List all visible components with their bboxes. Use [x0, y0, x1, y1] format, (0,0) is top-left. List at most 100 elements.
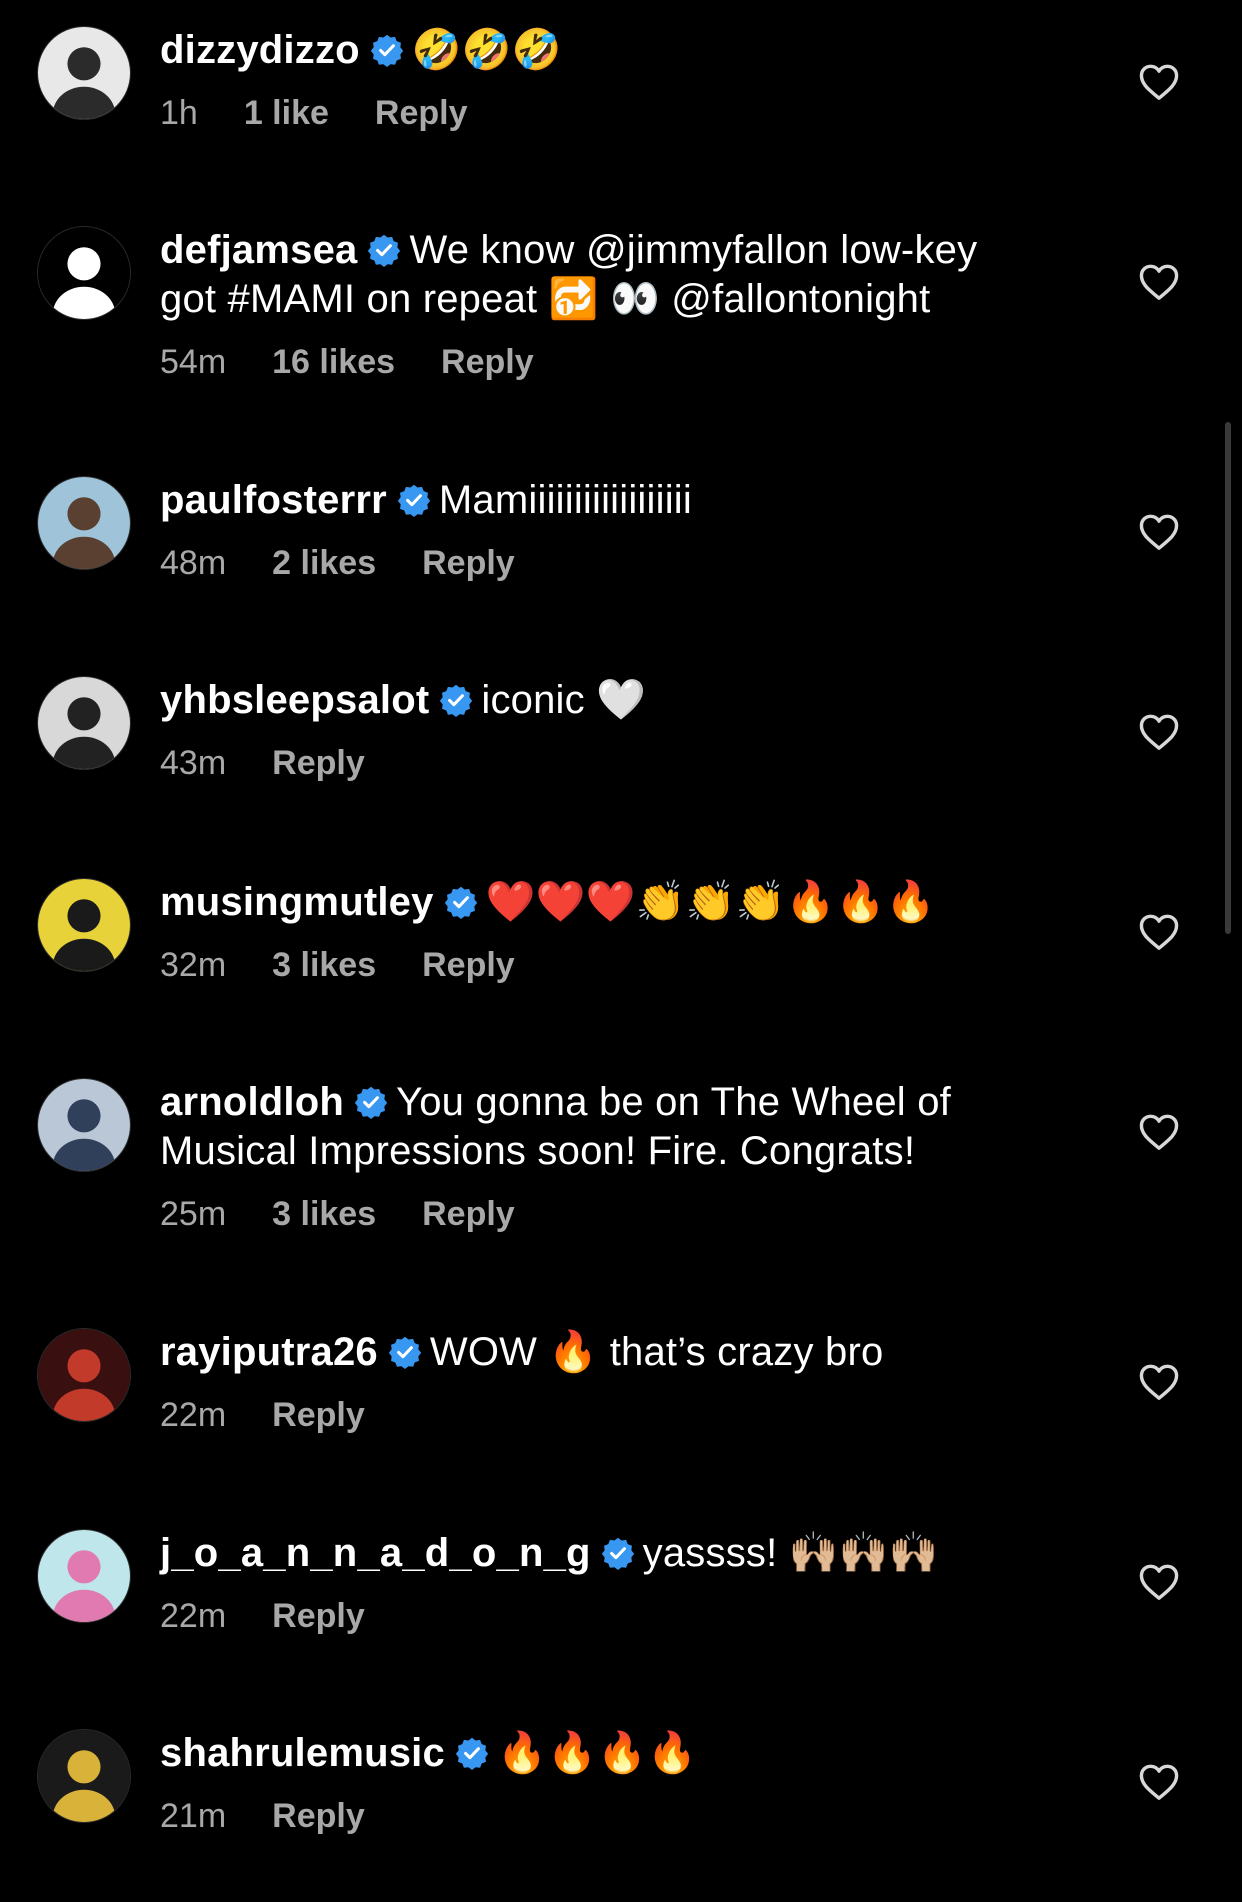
avatar[interactable] — [37, 26, 131, 120]
comment-row: musingmutley ❤️❤️❤️👏👏👏🔥🔥🔥 32m 3 likes Reply — [0, 852, 1242, 1042]
comment-message: yassss! 🙌🏼🙌🏼🙌🏼 — [642, 1531, 939, 1575]
likes-count-link[interactable]: 16 likes — [272, 343, 395, 381]
comment-text: rayiputra26 WOW 🔥 that’s crazy bro — [160, 1328, 1040, 1377]
comment-meta: 32m 3 likes Reply — [160, 945, 1040, 985]
comment-body: defjamsea We know @jimmyfallon low-key go… — [160, 226, 1040, 382]
comment-meta: 48m 2 likes Reply — [160, 543, 1040, 583]
comment-body: shahrulemusic 🔥🔥🔥🔥 21m Reply — [160, 1729, 1040, 1836]
comment-message: Mamiiiiiiiiiiiiiiiiii — [438, 478, 692, 522]
comment-row: rayiputra26 WOW 🔥 that’s crazy bro 22m Repl… — [0, 1302, 1242, 1492]
reply-button[interactable]: Reply — [272, 1396, 365, 1434]
comment-message: iconic 🤍 — [481, 678, 647, 722]
comment-timestamp: 43m — [160, 744, 227, 782]
username-link[interactable]: rayiputra26 — [160, 1330, 378, 1374]
verified-badge-icon — [601, 1536, 635, 1570]
reply-button[interactable]: Reply — [422, 544, 515, 582]
avatar[interactable] — [37, 676, 131, 770]
comment-message: 🔥🔥🔥🔥 — [496, 1731, 697, 1775]
verified-badge-icon — [397, 483, 431, 517]
username-link[interactable]: yhbsleepsalot — [160, 678, 429, 722]
comment-meta: 54m 16 likes Reply — [160, 342, 1040, 382]
comment-text: j_o_a_n_n_a_d_o_n_g yassss! 🙌🏼🙌🏼🙌🏼 — [160, 1529, 1040, 1578]
like-heart-icon[interactable] — [1138, 263, 1180, 301]
reply-button[interactable]: Reply — [422, 1195, 515, 1233]
comment-row: yhbsleepsalot iconic 🤍 43m Reply — [0, 650, 1242, 840]
comment-meta: 22m Reply — [160, 1596, 1040, 1636]
reply-button[interactable]: Reply — [422, 946, 515, 984]
comment-body: arnoldloh You gonna be on The Wheel of Mu… — [160, 1078, 1040, 1234]
comment-text: paulfosterrr Mamiiiiiiiiiiiiiiiiii — [160, 476, 1040, 525]
comment-meta: 43m Reply — [160, 743, 1040, 783]
reply-button[interactable]: Reply — [375, 94, 468, 132]
comment-timestamp: 22m — [160, 1396, 227, 1434]
like-heart-icon[interactable] — [1138, 63, 1180, 101]
like-heart-icon[interactable] — [1138, 1113, 1180, 1151]
username-link[interactable]: dizzydizzo — [160, 28, 360, 72]
comment-row: dizzydizzo 🤣🤣🤣 1h 1 like Reply — [0, 0, 1242, 190]
comment-message: 🤣🤣🤣 — [411, 28, 562, 72]
comment-body: rayiputra26 WOW 🔥 that’s crazy bro 22m Repl… — [160, 1328, 1040, 1435]
like-heart-icon[interactable] — [1138, 713, 1180, 751]
username-link[interactable]: arnoldloh — [160, 1080, 344, 1124]
comment-meta: 25m 3 likes Reply — [160, 1194, 1040, 1234]
comment-body: dizzydizzo 🤣🤣🤣 1h 1 like Reply — [160, 26, 1040, 133]
comment-meta: 21m Reply — [160, 1796, 1040, 1836]
comment-row: arnoldloh You gonna be on The Wheel of Mu… — [0, 1052, 1242, 1242]
scrollbar[interactable] — [1225, 422, 1231, 934]
comment-meta: 1h 1 like Reply — [160, 93, 1040, 133]
comment-timestamp: 32m — [160, 946, 227, 984]
likes-count-link[interactable]: 2 likes — [272, 544, 376, 582]
comment-text: defjamsea We know @jimmyfallon low-key go… — [160, 226, 1040, 324]
comment-text: arnoldloh You gonna be on The Wheel of Mu… — [160, 1078, 1040, 1176]
comment-timestamp: 1h — [160, 94, 198, 132]
comment-timestamp: 21m — [160, 1797, 227, 1835]
comment-timestamp: 22m — [160, 1597, 227, 1635]
likes-count-link[interactable]: 3 likes — [272, 946, 376, 984]
avatar[interactable] — [37, 878, 131, 972]
username-link[interactable]: paulfosterrr — [160, 478, 387, 522]
verified-badge-icon — [388, 1335, 422, 1369]
comment-body: j_o_a_n_n_a_d_o_n_g yassss! 🙌🏼🙌🏼🙌🏼 22m Repl… — [160, 1529, 1040, 1636]
comment-meta: 22m Reply — [160, 1395, 1040, 1435]
comment-message: WOW 🔥 that’s crazy bro — [429, 1330, 884, 1374]
verified-badge-icon — [444, 885, 478, 919]
verified-badge-icon — [367, 233, 401, 267]
reply-button[interactable]: Reply — [272, 1597, 365, 1635]
username-link[interactable]: shahrulemusic — [160, 1731, 445, 1775]
comment-text: dizzydizzo 🤣🤣🤣 — [160, 26, 1040, 75]
avatar[interactable] — [37, 226, 131, 320]
comment-body: paulfosterrr Mamiiiiiiiiiiiiiiiiii 48m 2 li… — [160, 476, 1040, 583]
avatar[interactable] — [37, 1729, 131, 1823]
likes-count-link[interactable]: 3 likes — [272, 1195, 376, 1233]
comment-timestamp: 25m — [160, 1195, 227, 1233]
username-link[interactable]: j_o_a_n_n_a_d_o_n_g — [160, 1531, 591, 1575]
avatar[interactable] — [37, 1529, 131, 1623]
comment-text: musingmutley ❤️❤️❤️👏👏👏🔥🔥🔥 — [160, 878, 1040, 927]
reply-button[interactable]: Reply — [441, 343, 534, 381]
like-heart-icon[interactable] — [1138, 1563, 1180, 1601]
comments-list: dizzydizzo 🤣🤣🤣 1h 1 like Reply defjamsea We kn… — [0, 0, 1242, 1902]
comment-row: shahrulemusic 🔥🔥🔥🔥 21m Reply — [0, 1703, 1242, 1893]
comment-row: paulfosterrr Mamiiiiiiiiiiiiiiiiii 48m 2 li… — [0, 450, 1242, 640]
like-heart-icon[interactable] — [1138, 1363, 1180, 1401]
comment-timestamp: 54m — [160, 343, 227, 381]
comment-message: ❤️❤️❤️👏👏👏🔥🔥🔥 — [485, 880, 936, 924]
avatar[interactable] — [37, 476, 131, 570]
likes-count-link[interactable]: 1 like — [244, 94, 329, 132]
comment-row: j_o_a_n_n_a_d_o_n_g yassss! 🙌🏼🙌🏼🙌🏼 22m Repl… — [0, 1503, 1242, 1693]
avatar[interactable] — [37, 1078, 131, 1172]
comment-timestamp: 48m — [160, 544, 227, 582]
like-heart-icon[interactable] — [1138, 913, 1180, 951]
reply-button[interactable]: Reply — [272, 744, 365, 782]
like-heart-icon[interactable] — [1138, 1763, 1180, 1801]
verified-badge-icon — [439, 683, 473, 717]
comment-row: defjamsea We know @jimmyfallon low-key go… — [0, 200, 1242, 390]
comment-text: yhbsleepsalot iconic 🤍 — [160, 676, 1040, 725]
reply-button[interactable]: Reply — [272, 1797, 365, 1835]
avatar[interactable] — [37, 1328, 131, 1422]
username-link[interactable]: defjamsea — [160, 228, 357, 272]
comment-body: musingmutley ❤️❤️❤️👏👏👏🔥🔥🔥 32m 3 likes Reply — [160, 878, 1040, 985]
like-heart-icon[interactable] — [1138, 513, 1180, 551]
username-link[interactable]: musingmutley — [160, 880, 434, 924]
verified-badge-icon — [370, 33, 404, 67]
